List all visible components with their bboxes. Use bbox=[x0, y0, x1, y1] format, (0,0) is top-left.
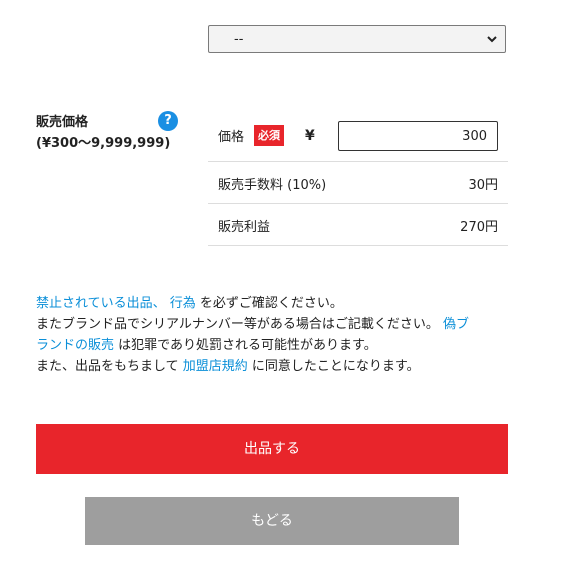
prohibited-acts-link[interactable]: 行為 bbox=[170, 296, 196, 311]
merchant-terms-link[interactable]: 加盟店規約 bbox=[183, 359, 248, 374]
currency-symbol: ¥ bbox=[305, 128, 315, 144]
notice-text-3: は犯罪であり処罰される可能性があります。 bbox=[118, 338, 377, 353]
chevron-down-icon bbox=[487, 36, 497, 43]
select-value: -- bbox=[234, 32, 244, 47]
notice-text-4b: に同意したことになります。 bbox=[251, 359, 420, 374]
price-input[interactable] bbox=[338, 121, 498, 151]
back-button[interactable]: もどる bbox=[85, 497, 459, 545]
price-label: 価格 bbox=[218, 130, 245, 145]
profit-amount: 270円 bbox=[460, 220, 498, 235]
profit-label: 販売利益 bbox=[218, 220, 271, 235]
notice-text-1: を必ずご確認ください。 bbox=[199, 296, 343, 311]
counterfeit-link-part1[interactable]: 偽ブ bbox=[443, 317, 469, 332]
submit-listing-button[interactable]: 出品する bbox=[36, 424, 508, 474]
fee-amount: 30円 bbox=[468, 178, 498, 193]
price-title-label: 販売価格 bbox=[36, 115, 89, 130]
fee-label: 販売手数料 (10%) bbox=[218, 178, 327, 193]
required-badge: 必須 bbox=[254, 125, 284, 146]
listing-notice: 禁止されている出品、 行為 を必ずご確認ください。 またブランド品でシリアルナン… bbox=[36, 293, 508, 377]
fee-row: 販売手数料 (10%) 30円 bbox=[208, 161, 508, 204]
profit-row: 販売利益 270円 bbox=[208, 203, 508, 246]
price-section-title: 販売価格 (¥300〜9,999,999) bbox=[36, 112, 170, 154]
category-select[interactable]: -- bbox=[208, 25, 506, 53]
help-icon[interactable]: ? bbox=[158, 111, 178, 131]
counterfeit-link-part2[interactable]: ランドの販売 bbox=[36, 338, 114, 353]
notice-text-2: またブランド品でシリアルナンバー等がある場合はご記載ください。 bbox=[36, 317, 439, 332]
notice-text-4a: また、出品をもちまして bbox=[36, 359, 179, 374]
price-range-text: (¥300〜9,999,999) bbox=[36, 136, 171, 151]
prohibited-items-link[interactable]: 禁止されている出品、 bbox=[36, 296, 166, 311]
